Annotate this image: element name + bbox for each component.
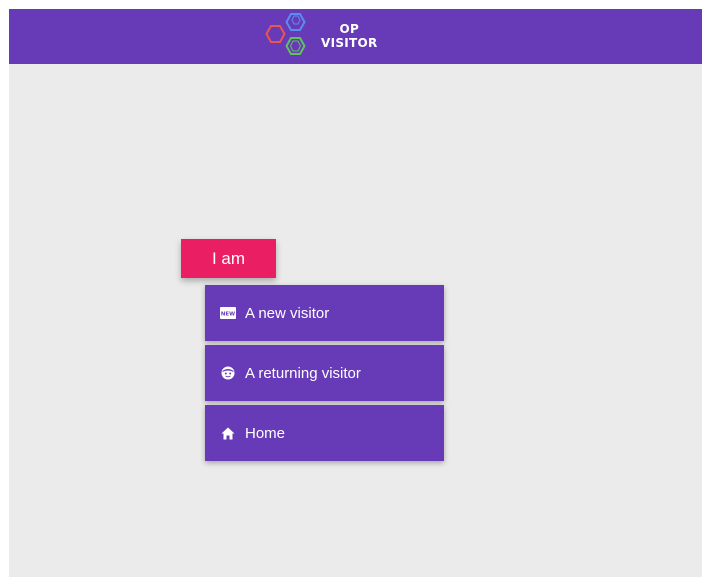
returning-visitor-label: A returning visitor	[245, 364, 361, 382]
svg-text:NEW: NEW	[221, 312, 235, 318]
app-frame: OP VISITOR I am NEW A new visitor A retu…	[9, 9, 702, 577]
new-visitor-label: A new visitor	[245, 304, 330, 322]
logo-line-2: VISITOR	[321, 36, 378, 50]
hexagons-logo-icon	[265, 13, 306, 55]
home-icon	[220, 425, 236, 441]
home-button[interactable]: Home	[205, 405, 444, 461]
app-logo: OP VISITOR	[263, 11, 393, 61]
logo-text: OP VISITOR	[321, 22, 378, 50]
app-header: OP VISITOR	[9, 9, 702, 64]
i-am-label: I am	[181, 239, 276, 278]
new-visitor-button[interactable]: NEW A new visitor	[205, 285, 444, 341]
new-badge-icon: NEW	[220, 305, 236, 321]
returning-visitor-button[interactable]: A returning visitor	[205, 345, 444, 401]
face-icon	[220, 365, 236, 381]
visitor-menu: NEW A new visitor A returning visitor Ho…	[205, 285, 444, 465]
home-label: Home	[245, 424, 286, 442]
logo-line-1: OP	[339, 22, 360, 36]
